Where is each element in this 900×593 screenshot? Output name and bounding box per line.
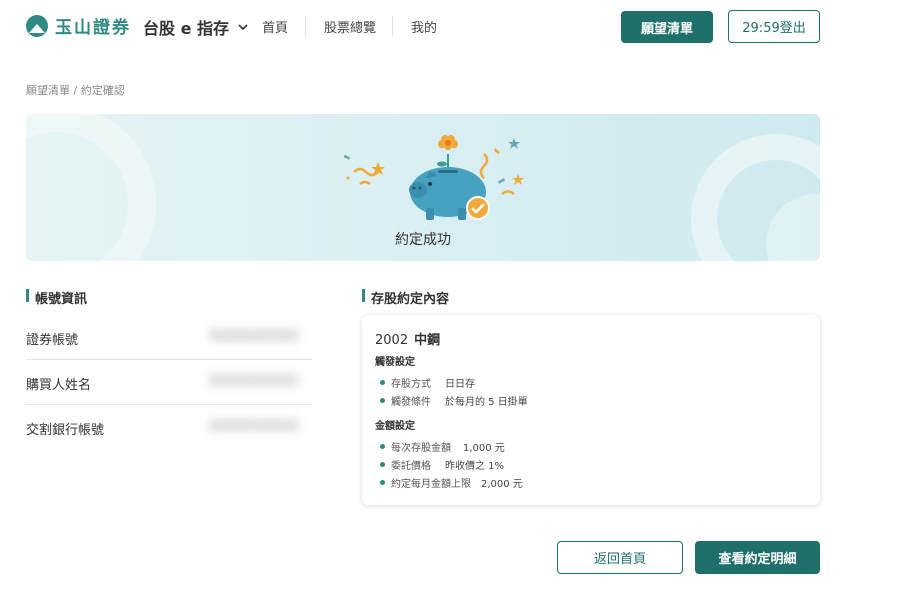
item-value: 昨收價之 1% bbox=[445, 461, 505, 472]
mountain-logo-icon bbox=[26, 14, 48, 37]
amount-settings-title: 金額設定 bbox=[375, 421, 415, 432]
list-item: 每次存股金額 1,000 元 bbox=[380, 439, 505, 454]
item-key: 約定每月金額上限 bbox=[391, 479, 471, 490]
view-agreement-detail-button[interactable]: 查看約定明細 bbox=[695, 541, 820, 574]
securities-account-value: XXXXXXXXXX bbox=[208, 329, 298, 344]
list-item: 觸發條件 於每月的 5 日掛單 bbox=[380, 393, 528, 408]
item-key: 委託價格 bbox=[391, 461, 431, 472]
success-banner: 約定成功 bbox=[26, 114, 820, 261]
product-label: 台股 e 指存 bbox=[143, 19, 229, 38]
item-value: 2,000 元 bbox=[481, 479, 523, 490]
bullet-dot-icon bbox=[380, 462, 385, 467]
item-key: 存股方式 bbox=[391, 379, 431, 390]
item-key: 觸發條件 bbox=[391, 397, 431, 408]
account-row: 交割銀行帳號 XXXXXXXXXX bbox=[26, 405, 312, 450]
agreement-card: 2002 中鋼 觸發設定 存股方式 日日存 觸發條件 於每月的 5 日掛單 金額設… bbox=[362, 315, 820, 505]
nav-mine[interactable]: 我的 bbox=[411, 17, 437, 36]
list-item: 存股方式 日日存 bbox=[380, 375, 475, 390]
account-row: 證券帳號 XXXXXXXXXX bbox=[26, 315, 312, 360]
bullet-dot-icon bbox=[380, 480, 385, 485]
logo-text: 玉山證券 bbox=[55, 18, 131, 38]
account-row-label: 交割銀行帳號 bbox=[26, 423, 105, 438]
bullet-dot-icon bbox=[380, 380, 385, 385]
bullet-dot-icon bbox=[380, 444, 385, 449]
stock-code: 2002 bbox=[375, 333, 409, 348]
account-row-label: 購買人姓名 bbox=[26, 378, 92, 393]
buyer-name-value: XXXXXXXXXX bbox=[208, 374, 298, 389]
account-section-title: 帳號資訊 bbox=[26, 288, 87, 307]
breadcrumb: 願望清單 / 約定確認 bbox=[26, 84, 125, 97]
nav-home[interactable]: 首頁 bbox=[262, 17, 288, 36]
top-header: 玉山證券 台股 e 指存 首頁 股票總覽 我的 願望清單 29:59登出 bbox=[0, 0, 900, 52]
stock-heading: 2002 中鋼 bbox=[375, 329, 440, 348]
product-selector[interactable]: 台股 e 指存 bbox=[143, 15, 249, 39]
item-value: 1,000 元 bbox=[463, 443, 505, 454]
nav-divider bbox=[392, 16, 393, 36]
account-row-label: 證券帳號 bbox=[26, 333, 79, 348]
nav-stock-overview[interactable]: 股票總覽 bbox=[324, 17, 376, 36]
back-home-button[interactable]: 返回首頁 bbox=[557, 541, 683, 574]
bank-account-value: XXXXXXXXXX bbox=[208, 419, 298, 434]
chevron-down-icon bbox=[238, 24, 248, 31]
trigger-settings-title: 觸發設定 bbox=[375, 357, 415, 368]
list-item: 委託價格 昨收價之 1% bbox=[380, 457, 504, 472]
logout-timer-button[interactable]: 29:59登出 bbox=[728, 10, 820, 43]
success-title: 約定成功 bbox=[395, 232, 451, 248]
piggy-bank-illustration bbox=[343, 135, 524, 220]
nav-divider bbox=[305, 16, 306, 36]
wishlist-button[interactable]: 願望清單 bbox=[621, 11, 713, 43]
bullet-dot-icon bbox=[380, 398, 385, 403]
agreement-section-title: 存股約定內容 bbox=[362, 288, 449, 307]
item-value: 於每月的 5 日掛單 bbox=[445, 397, 528, 408]
item-key: 每次存股金額 bbox=[391, 443, 451, 454]
list-item: 約定每月金額上限 2,000 元 bbox=[380, 475, 523, 490]
item-value: 日日存 bbox=[445, 379, 475, 390]
account-row: 購買人姓名 XXXXXXXXXX bbox=[26, 360, 312, 405]
brand-logo[interactable]: 玉山證券 bbox=[26, 13, 131, 38]
stock-name: 中鋼 bbox=[414, 333, 441, 348]
